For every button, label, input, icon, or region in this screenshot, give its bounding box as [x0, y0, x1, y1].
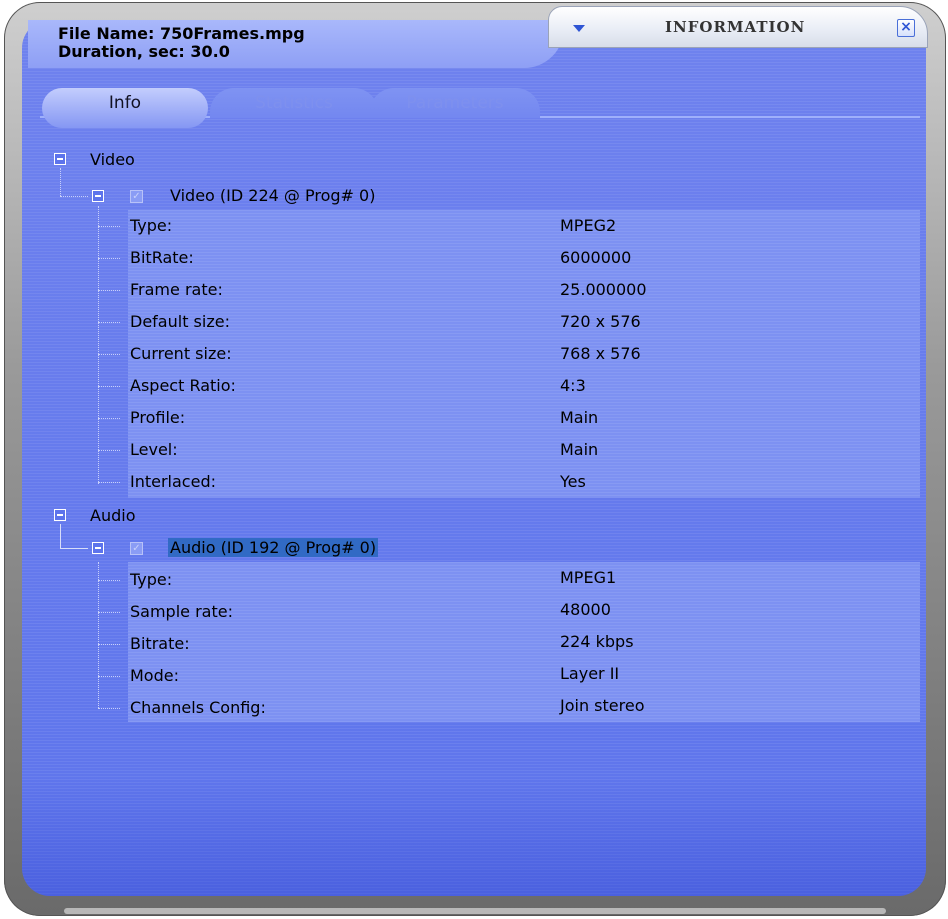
- video-prop-label: Default size:: [130, 312, 230, 331]
- tree-connector: [98, 418, 120, 419]
- audio-section-label: Audio: [90, 506, 136, 525]
- tree-connector: [60, 196, 88, 197]
- audio-prop-label: Type:: [130, 570, 173, 589]
- video-stream-collapse-icon[interactable]: [92, 190, 104, 202]
- video-prop-label: Profile:: [130, 408, 186, 427]
- tree-connector: [98, 580, 120, 581]
- video-prop-value: Yes: [560, 472, 586, 491]
- tree-connector: [98, 676, 120, 677]
- video-prop-value: Main: [560, 440, 599, 459]
- video-section-label: Video: [90, 150, 135, 169]
- frame-bottom-edge: [64, 908, 886, 914]
- video-prop-value: 768 x 576: [560, 344, 641, 363]
- tree-connector: [98, 290, 120, 291]
- tree-connector: [98, 644, 120, 645]
- video-prop-label: Level:: [130, 440, 178, 459]
- video-prop-value: 4:3: [560, 376, 586, 395]
- tree-connector: [98, 354, 120, 355]
- video-prop-label: Type:: [130, 216, 173, 235]
- video-prop-value: 720 x 576: [560, 312, 641, 331]
- audio-prop-value: Join stereo: [560, 696, 645, 715]
- audio-stream-label[interactable]: Audio (ID 192 @ Prog# 0): [168, 538, 379, 557]
- audio-prop-label: Bitrate:: [130, 634, 190, 653]
- video-collapse-icon[interactable]: [54, 153, 66, 165]
- tree-connector: [98, 450, 120, 451]
- video-prop-label: Interlaced:: [130, 472, 216, 491]
- video-stream-checkbox[interactable]: ✓: [130, 190, 143, 203]
- audio-prop-label: Channels Config:: [130, 698, 266, 717]
- tree-connector: [98, 206, 99, 484]
- duration-text: Duration, sec: 30.0: [58, 42, 230, 61]
- tab-parameters[interactable]: Parameters: [370, 88, 540, 118]
- video-prop-label: Current size:: [130, 344, 232, 363]
- panel-bottom-glow: [22, 776, 926, 896]
- tree-connector: [98, 386, 120, 387]
- video-stream-label[interactable]: Video (ID 224 @ Prog# 0): [170, 186, 375, 205]
- video-properties-area: [128, 210, 920, 498]
- video-prop-value: MPEG2: [560, 216, 617, 235]
- tree-connector: [98, 226, 120, 227]
- video-prop-value: 25.000000: [560, 280, 647, 299]
- panel-title: INFORMATION: [665, 18, 806, 36]
- tree-connector: [60, 548, 88, 549]
- audio-prop-value: Layer II: [560, 664, 620, 683]
- information-title-bar: INFORMATION ×: [548, 6, 928, 48]
- video-prop-label: Frame rate:: [130, 280, 223, 299]
- audio-prop-label: Mode:: [130, 666, 179, 685]
- audio-prop-value: MPEG1: [560, 568, 617, 587]
- audio-stream-collapse-icon[interactable]: [92, 542, 104, 554]
- dropdown-arrow-icon[interactable]: [573, 25, 585, 32]
- tree-connector: [98, 258, 120, 259]
- video-prop-value: 6000000: [560, 248, 632, 267]
- tree-connector: [98, 612, 120, 613]
- tree-connector: [98, 322, 120, 323]
- tree-connector: [60, 524, 61, 548]
- tree-connector: [60, 168, 61, 196]
- close-button[interactable]: ×: [897, 19, 915, 37]
- file-info-header: File Name: 750Frames.mpg Duration, sec: …: [28, 20, 564, 68]
- audio-prop-value: 224 kbps: [560, 632, 634, 651]
- video-prop-label: BitRate:: [130, 248, 194, 267]
- tab-statistics[interactable]: Statistics: [210, 88, 378, 118]
- tree-connector: [98, 482, 120, 483]
- audio-stream-checkbox[interactable]: ✓: [130, 542, 143, 555]
- video-prop-value: Main: [560, 408, 599, 427]
- tab-info[interactable]: Info: [42, 88, 208, 128]
- video-prop-label: Aspect Ratio:: [130, 376, 236, 395]
- audio-prop-value: 48000: [560, 600, 611, 619]
- audio-collapse-icon[interactable]: [54, 509, 66, 521]
- tree-connector: [98, 562, 99, 708]
- tree-connector: [98, 708, 120, 709]
- audio-prop-label: Sample rate:: [130, 602, 233, 621]
- file-name-text: File Name: 750Frames.mpg: [58, 24, 305, 43]
